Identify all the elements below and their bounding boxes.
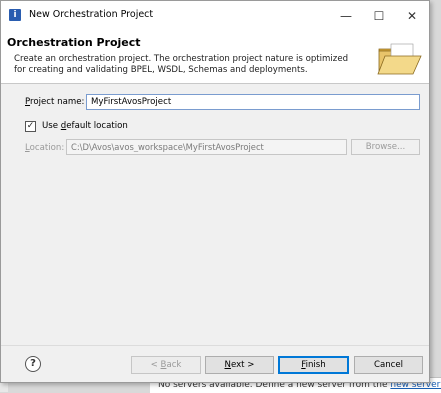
maximize-button[interactable]: ☐ <box>362 1 396 31</box>
location-label: Location: <box>25 143 65 153</box>
browse-button[interactable]: Browse... <box>351 139 420 155</box>
wizard-header: Orchestration Project Create an orchestr… <box>1 31 429 84</box>
close-button[interactable]: ✕ <box>395 1 429 31</box>
finish-button[interactable]: Finish <box>278 356 349 374</box>
use-default-location-label: Use default location <box>42 121 128 131</box>
title-bar[interactable]: i New Orchestration Project — ☐ ✕ <box>1 1 429 31</box>
next-button[interactable]: Next > <box>205 356 274 374</box>
app-icon: i <box>9 9 21 21</box>
open-folder-icon <box>377 43 422 75</box>
minimize-button[interactable]: — <box>329 1 363 31</box>
cancel-button[interactable]: Cancel <box>354 356 423 374</box>
help-icon[interactable]: ? <box>25 356 41 372</box>
back-button[interactable]: < Back <box>131 356 201 374</box>
page-title: Orchestration Project <box>7 36 141 49</box>
project-name-label: Project name: <box>25 97 85 107</box>
use-default-location-checkbox[interactable]: ✓ <box>25 121 36 132</box>
page-description: Create an orchestration project. The orc… <box>14 54 349 75</box>
new-orchestration-project-dialog: i New Orchestration Project — ☐ ✕ Orches… <box>0 0 430 383</box>
location-input[interactable] <box>66 139 347 155</box>
footer-divider <box>1 345 429 346</box>
project-name-input[interactable] <box>86 94 420 110</box>
window-title: New Orchestration Project <box>29 9 154 20</box>
